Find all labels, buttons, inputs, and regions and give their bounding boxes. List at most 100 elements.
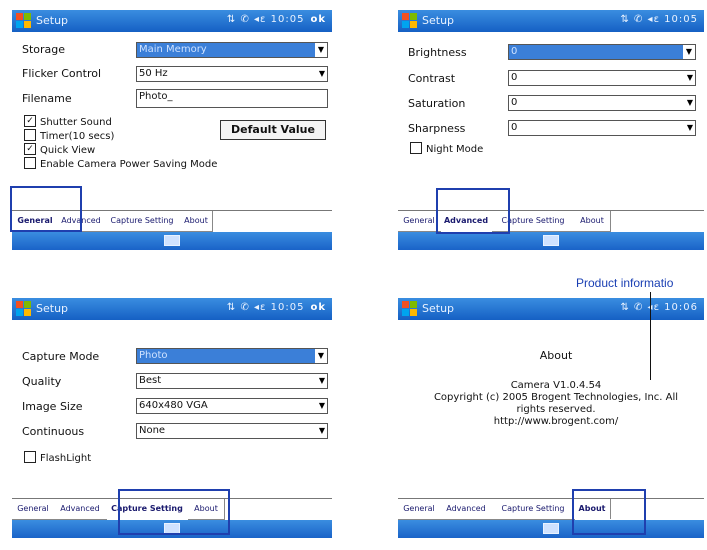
chevron-down-icon: ▼ (686, 73, 693, 82)
tab-advanced[interactable]: Advanced (58, 211, 105, 232)
saturation-value: 0 (511, 97, 518, 108)
tab-advanced[interactable]: Advanced (54, 499, 107, 520)
menu-bar (12, 520, 332, 538)
about-copyright: Copyright (c) 2005 Brogent Technologies,… (433, 392, 679, 403)
tab-advanced[interactable]: Advanced (440, 211, 493, 231)
quality-label: Quality (22, 375, 62, 388)
status-icons[interactable]: ⇅ ✆ ◂ε (227, 302, 267, 313)
title-bar: Setup ⇅ ✆ ◂ε 10:06 (398, 298, 704, 320)
windows-start-icon[interactable] (402, 301, 418, 317)
about-heading: About (539, 349, 573, 362)
tab-general[interactable]: General (12, 211, 59, 231)
storage-label: Storage (22, 43, 66, 56)
image-size-select[interactable]: 640x480 VGA ▼ (136, 398, 328, 414)
flashlight-checkbox[interactable]: FlashLight (24, 451, 92, 464)
chevron-down-icon: ▼ (686, 123, 693, 132)
tab-general[interactable]: General (398, 499, 441, 520)
keyboard-icon[interactable] (543, 235, 559, 246)
image-size-label: Image Size (22, 400, 83, 413)
status-area[interactable]: ⇅ ✆ ◂ε 10:05 ok (227, 302, 326, 313)
window-title: Setup (36, 302, 69, 315)
filename-input[interactable]: Photo_ (136, 89, 328, 108)
status-area[interactable]: ⇅ ✆ ◂ε 10:05 ok (227, 14, 326, 25)
chevron-down-icon: ▼ (686, 98, 693, 107)
shutter-sound-checkbox[interactable]: ✓ Shutter Sound (24, 115, 112, 128)
tab-capture-setting[interactable]: Capture Setting (106, 499, 189, 519)
menu-bar (398, 232, 704, 250)
tab-about[interactable]: About (574, 211, 611, 232)
keyboard-icon[interactable] (164, 523, 180, 534)
chevron-down-icon: ▼ (315, 349, 327, 363)
status-area[interactable]: ⇅ ✆ ◂ε 10:05 (620, 14, 698, 25)
tab-bar: General Advanced Capture Setting About (12, 498, 332, 521)
continuous-select[interactable]: None ▼ (136, 423, 328, 439)
sharpness-select[interactable]: 0 ▼ (508, 120, 696, 136)
clock[interactable]: 10:05 (271, 14, 305, 25)
flicker-select[interactable]: 50 Hz ▼ (136, 66, 328, 82)
quality-select[interactable]: Best ▼ (136, 373, 328, 389)
sharpness-label: Sharpness (408, 122, 466, 135)
brightness-value: 0 (511, 46, 518, 57)
title-bar: Setup ⇅ ✆ ◂ε 10:05 ok (12, 10, 332, 32)
brightness-select[interactable]: 0 ▼ (508, 44, 696, 60)
about-url[interactable]: http://www.brogent.com/ (398, 416, 704, 428)
about-screen: Setup ⇅ ✆ ◂ε 10:06 About Camera V1.0.4.5… (398, 298, 704, 538)
windows-start-icon[interactable] (402, 13, 418, 29)
image-size-value: 640x480 VGA (139, 400, 208, 411)
tab-capture-setting[interactable]: Capture Setting (492, 499, 575, 520)
clock[interactable]: 10:05 (271, 302, 305, 313)
filename-label: Filename (22, 92, 72, 105)
windows-start-icon[interactable] (16, 13, 32, 29)
capture-screen: Setup ⇅ ✆ ◂ε 10:05 ok Capture Mode Photo ▼… (12, 298, 332, 538)
title-bar: Setup ⇅ ✆ ◂ε 10:05 (398, 10, 704, 32)
contrast-select[interactable]: 0 ▼ (508, 70, 696, 86)
keyboard-icon[interactable] (543, 523, 559, 534)
tab-about[interactable]: About (188, 499, 225, 520)
quick-view-checkbox[interactable]: ✓ Quick View (24, 143, 96, 156)
shutter-sound-label: Shutter Sound (40, 117, 112, 128)
chevron-down-icon: ▼ (683, 45, 695, 59)
checkbox-empty-icon (24, 451, 36, 463)
chevron-down-icon: ▼ (318, 69, 325, 78)
checkbox-checked-icon: ✓ (24, 115, 36, 127)
default-value-button[interactable]: Default Value (220, 120, 326, 140)
tab-general[interactable]: General (398, 211, 441, 232)
advanced-screen: Setup ⇅ ✆ ◂ε 10:05 Brightness 0 ▼ Contras… (398, 10, 704, 250)
tab-advanced[interactable]: Advanced (440, 499, 493, 520)
flicker-label: Flicker Control (22, 67, 102, 80)
status-area[interactable]: ⇅ ✆ ◂ε 10:06 (620, 302, 698, 313)
continuous-value: None (139, 425, 166, 436)
quick-view-label: Quick View (40, 145, 96, 156)
clock[interactable]: 10:05 (664, 14, 698, 25)
tab-about[interactable]: About (180, 211, 213, 232)
ok-button[interactable]: ok (310, 14, 326, 25)
night-mode-checkbox[interactable]: Night Mode (410, 142, 483, 155)
contrast-label: Contrast (408, 72, 456, 85)
windows-start-icon[interactable] (16, 301, 32, 317)
flashlight-label: FlashLight (40, 453, 92, 464)
capture-mode-select[interactable]: Photo ▼ (136, 348, 328, 364)
clock[interactable]: 10:06 (664, 302, 698, 313)
ok-button[interactable]: ok (310, 302, 326, 313)
status-icons[interactable]: ⇅ ✆ ◂ε (620, 302, 660, 313)
storage-select[interactable]: Main Memory ▼ (136, 42, 328, 58)
timer-checkbox[interactable]: Timer(10 secs) (24, 129, 115, 142)
saturation-select[interactable]: 0 ▼ (508, 95, 696, 111)
keyboard-icon[interactable] (164, 235, 180, 246)
tab-about[interactable]: About (574, 499, 611, 519)
brightness-label: Brightness (408, 46, 467, 59)
capture-mode-value: Photo (139, 350, 168, 361)
power-saving-checkbox[interactable]: Enable Camera Power Saving Mode (24, 157, 217, 170)
chevron-down-icon: ▼ (318, 376, 325, 385)
checkbox-empty-icon (410, 142, 422, 154)
checkbox-empty-icon (24, 129, 36, 141)
status-icons[interactable]: ⇅ ✆ ◂ε (620, 14, 660, 25)
tab-bar: General Advanced Capture Setting About (398, 498, 704, 521)
tab-general[interactable]: General (12, 499, 55, 520)
timer-label: Timer(10 secs) (40, 131, 115, 142)
checkbox-checked-icon: ✓ (24, 143, 36, 155)
tab-capture-setting[interactable]: Capture Setting (104, 211, 181, 232)
tab-capture-setting[interactable]: Capture Setting (492, 211, 575, 232)
chevron-down-icon: ▼ (315, 43, 327, 57)
status-icons[interactable]: ⇅ ✆ ◂ε (227, 14, 267, 25)
